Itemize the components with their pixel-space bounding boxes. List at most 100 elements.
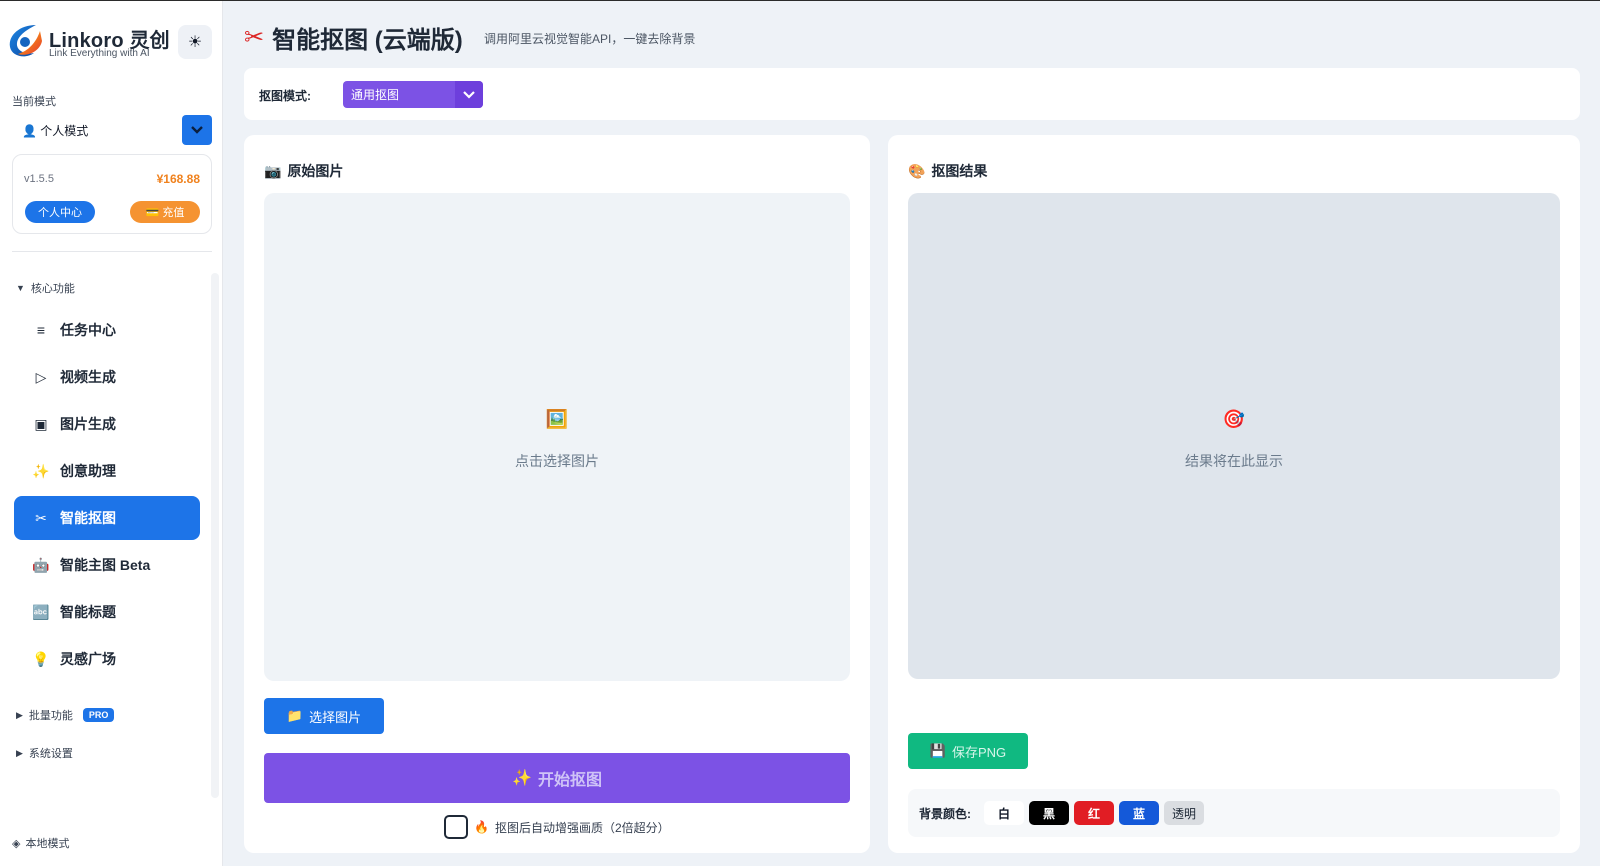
list-icon: ≡ — [36, 322, 46, 338]
panel-title-text: 原始图片 — [287, 163, 344, 179]
background-color-label: 背景颜色: — [919, 806, 971, 821]
result-preview-area: 🎯 结果将在此显示 — [908, 193, 1560, 679]
save-png-button[interactable]: 💾 保存PNG — [908, 733, 1028, 769]
sidebar-item-label: 任务中心 — [60, 322, 116, 338]
brand-tagline: Link Everything with AI — [49, 48, 150, 59]
balance-amount: ¥168.88 — [156, 172, 200, 186]
sidebar-item-label: 智能抠图 — [60, 510, 116, 526]
group-batch-features[interactable]: ▶ 批量功能 PRO — [16, 707, 115, 723]
target-icon: 🎯 — [1222, 409, 1246, 429]
floppy-disk-icon: 💾 — [929, 743, 946, 758]
sidebar-item-smart-cutout[interactable]: ✂ 智能抠图 — [14, 496, 200, 540]
sidebar-item-label: 图片生成 — [60, 416, 116, 432]
original-image-panel: 📷 原始图片 🖼️ 点击选择图片 📁 选择图片 ✨ 开始抠图 🔥 抠图后自动增强… — [244, 135, 870, 853]
sidebar-item-label: 智能标题 — [60, 604, 116, 620]
chevron-down-icon[interactable] — [455, 81, 483, 108]
sidebar-item-label: 创意助理 — [60, 463, 116, 479]
group-label: 批量功能 — [28, 710, 73, 722]
cutout-mode-select[interactable]: 通用抠图 — [343, 81, 483, 108]
diamond-icon: ◈ — [12, 837, 21, 850]
sidebar-item-creative-assistant[interactable]: ✨ 创意助理 — [14, 449, 200, 493]
local-mode-label: 本地模式 — [25, 838, 70, 850]
recharge-label: 充值 — [162, 207, 185, 219]
sidebar-item-inspiration-plaza[interactable]: 💡 灵感广场 — [14, 637, 200, 681]
sidebar-item-video-generation[interactable]: ▷ 视频生成 — [14, 355, 200, 399]
linkoro-logo-icon — [9, 25, 42, 57]
robot-icon: 🤖 — [32, 556, 50, 573]
start-cutout-button[interactable]: ✨ 开始抠图 — [264, 753, 850, 803]
cutout-result-panel: 🎨 抠图结果 🎯 结果将在此显示 💾 保存PNG 背景颜色: 白 黑 红 蓝 透… — [888, 135, 1580, 853]
local-mode-indicator[interactable]: ◈ 本地模式 — [12, 835, 69, 851]
play-icon: ▷ — [35, 368, 47, 385]
drop-area-hint: 点击选择图片 — [515, 453, 599, 469]
sidebar-item-smart-title[interactable]: 🔤 智能标题 — [14, 590, 200, 634]
cutout-result-title: 🎨 抠图结果 — [908, 161, 987, 181]
abc-icon: 🔤 — [32, 603, 50, 620]
app-logo[interactable]: Linkoro 灵创 Link Everything with AI — [6, 21, 176, 65]
group-label: 核心功能 — [30, 283, 75, 295]
mode-select[interactable]: 👤 个人模式 — [12, 115, 212, 145]
cutout-mode-bar: 抠图模式: 通用抠图 — [244, 68, 1580, 120]
image-drop-area[interactable]: 🖼️ 点击选择图片 — [264, 193, 850, 681]
scissors-icon: ✂ — [35, 509, 47, 526]
group-system-settings[interactable]: ▶ 系统设置 — [16, 745, 73, 761]
select-image-button[interactable]: 📁 选择图片 — [264, 698, 384, 734]
sidebar-item-smart-main-image[interactable]: 🤖 智能主图 Beta — [14, 543, 200, 587]
image-square-icon: ▣ — [34, 415, 48, 432]
sidebar: Linkoro 灵创 Link Everything with AI ☀ 当前模… — [0, 1, 223, 866]
sidebar-scrollbar[interactable] — [211, 273, 219, 798]
cutout-mode-value: 通用抠图 — [351, 88, 400, 102]
bg-black-option[interactable]: 黑 — [1029, 801, 1069, 825]
cutout-mode-label: 抠图模式: — [259, 89, 311, 103]
window-top-border — [0, 0, 1600, 1]
original-image-title: 📷 原始图片 — [264, 161, 343, 181]
account-card: v1.5.5 ¥168.88 个人中心 💳 充值 — [12, 154, 212, 234]
sidebar-item-label: 智能主图 Beta — [60, 557, 151, 573]
sparkles-icon: ✨ — [32, 462, 50, 479]
sun-icon: ☀ — [187, 34, 203, 51]
chevron-down-icon[interactable] — [182, 115, 212, 145]
sidebar-item-task-center[interactable]: ≡ 任务中心 — [14, 308, 200, 352]
group-core-features[interactable]: ▼ 核心功能 — [16, 280, 75, 296]
card-icon: 💳 — [145, 206, 160, 219]
start-cutout-label: 开始抠图 — [537, 772, 602, 789]
scissors-icon: ✂ — [244, 24, 265, 51]
bg-blue-option[interactable]: 蓝 — [1119, 801, 1159, 825]
page-title-text: 智能抠图 (云端版) — [272, 27, 463, 54]
page-title: ✂ 智能抠图 (云端版) — [244, 20, 463, 55]
palette-icon: 🎨 — [908, 162, 926, 179]
folder-icon: 📁 — [286, 708, 304, 723]
bg-red-option[interactable]: 红 — [1074, 801, 1114, 825]
auto-enhance-checkbox[interactable] — [444, 815, 468, 839]
theme-toggle-button[interactable]: ☀ — [178, 25, 212, 59]
sidebar-item-image-generation[interactable]: ▣ 图片生成 — [14, 402, 200, 446]
background-color-picker: 背景颜色: 白 黑 红 蓝 透明 — [908, 789, 1560, 837]
bg-transparent-option[interactable]: 透明 — [1164, 801, 1204, 825]
lightbulb-icon: 💡 — [32, 650, 50, 667]
triangle-right-icon: ▶ — [16, 747, 23, 758]
triangle-right-icon: ▶ — [16, 709, 23, 720]
version-text: v1.5.5 — [24, 173, 54, 185]
mode-select-value: 👤 个人模式 — [22, 123, 89, 138]
fire-icon: 🔥 — [474, 820, 489, 834]
panel-title-text: 抠图结果 — [931, 163, 988, 179]
auto-enhance-label: 抠图后自动增强画质（2倍超分） — [494, 820, 670, 835]
page-subtitle: 调用阿里云视觉智能API，一键去除背景 — [484, 32, 696, 46]
result-placeholder-text: 结果将在此显示 — [1185, 453, 1283, 469]
bg-white-option[interactable]: 白 — [984, 801, 1024, 825]
sidebar-item-label: 视频生成 — [60, 369, 116, 385]
camera-icon: 📷 — [264, 162, 282, 179]
auto-enhance-option: 🔥 抠图后自动增强画质（2倍超分） — [444, 815, 670, 839]
profile-button[interactable]: 个人中心 — [25, 201, 95, 223]
sparkles-icon: ✨ — [512, 770, 532, 787]
sidebar-divider — [12, 251, 212, 252]
current-mode-label: 当前模式 — [12, 96, 56, 108]
triangle-down-icon: ▼ — [16, 283, 25, 293]
save-png-label: 保存PNG — [952, 744, 1007, 760]
picture-icon: 🖼️ — [545, 409, 569, 429]
select-image-label: 选择图片 — [309, 709, 362, 725]
pro-badge: PRO — [82, 708, 115, 722]
group-label: 系统设置 — [28, 748, 73, 760]
recharge-button[interactable]: 💳 充值 — [130, 201, 200, 223]
sidebar-item-label: 灵感广场 — [60, 651, 116, 667]
